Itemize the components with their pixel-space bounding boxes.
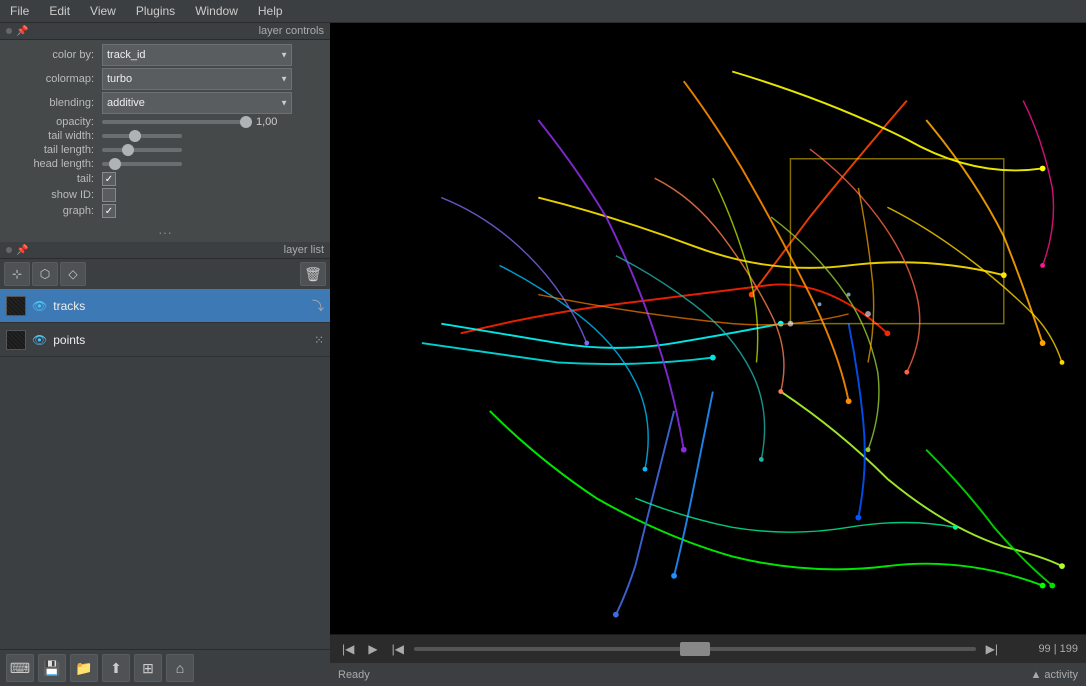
- blending-dropdown-wrapper: additive translucent opaque: [102, 92, 292, 114]
- points-layer-name: points: [53, 333, 308, 347]
- graph-checkbox[interactable]: ✓: [102, 204, 116, 218]
- bottom-toolbar: ⌨ 💾 📁 ⬆ ⊞ ⌂: [0, 649, 330, 686]
- tail-length-label: tail length:: [8, 144, 98, 156]
- status-text: Ready: [338, 669, 370, 681]
- menu-file[interactable]: File: [4, 2, 35, 20]
- points-thumbnail: [6, 330, 26, 350]
- graph-control: ✓: [102, 204, 322, 218]
- blending-label: blending:: [8, 97, 98, 109]
- save-button[interactable]: ⬆: [102, 654, 130, 682]
- head-length-slider[interactable]: [102, 162, 182, 166]
- main-content: 📌 layer controls color by: track_id spee…: [0, 23, 1086, 686]
- grid-button[interactable]: ⊞: [134, 654, 162, 682]
- pin-dot: [6, 28, 12, 34]
- layer-items-list: 👁 tracks ⤵ 👁 points ⁙: [0, 289, 330, 649]
- timeline-start-button[interactable]: |◀: [338, 640, 358, 658]
- delete-layer-button[interactable]: 🗑: [300, 262, 326, 286]
- home-button[interactable]: ⌂: [166, 654, 194, 682]
- opacity-value: 1,00: [256, 116, 284, 128]
- new-labels-button[interactable]: ◇: [60, 262, 86, 286]
- file-button[interactable]: 💾: [38, 654, 66, 682]
- layer-list-pin-icon: 📌: [16, 245, 28, 256]
- layer-list-title: layer list: [32, 244, 324, 256]
- opacity-control: 1,00: [102, 116, 322, 128]
- controls-grid: color by: track_id speed direction color…: [0, 40, 330, 222]
- menubar: File Edit View Plugins Window Help: [0, 0, 1086, 23]
- color-by-dropdown[interactable]: track_id speed direction: [102, 44, 292, 66]
- tail-width-label: tail width:: [8, 130, 98, 142]
- layer-list-header: 📌 layer list: [0, 242, 330, 259]
- tracks-visualization: [330, 23, 1086, 634]
- layer-toolbar: ⊹ ⬡ ◇ 🗑: [0, 259, 330, 289]
- tracks-layer-name: tracks: [53, 299, 306, 313]
- canvas-statusbar: Ready ▲ activity: [330, 662, 1086, 686]
- left-panel: 📌 layer controls color by: track_id spee…: [0, 23, 330, 686]
- timeline-bar: |◀ ▶ |◀ ▶| 99 | 199: [330, 634, 1086, 662]
- tail-control: ✓: [102, 172, 322, 186]
- layer-item-points[interactable]: 👁 points ⁙: [0, 323, 330, 357]
- points-type-icon: ⁙: [314, 333, 324, 347]
- colormap-dropdown-wrapper: turbo viridis plasma: [102, 68, 292, 90]
- show-id-control: [102, 188, 322, 202]
- blending-control: additive translucent opaque: [102, 92, 322, 114]
- menu-help[interactable]: Help: [252, 2, 289, 20]
- tail-length-control: [102, 148, 322, 152]
- colormap-control: turbo viridis plasma: [102, 68, 322, 90]
- color-by-label: color by:: [8, 49, 98, 61]
- menu-view[interactable]: View: [84, 2, 122, 20]
- opacity-slider[interactable]: [102, 120, 252, 124]
- menu-plugins[interactable]: Plugins: [130, 2, 181, 20]
- layer-controls-panel: 📌 layer controls color by: track_id spee…: [0, 23, 330, 242]
- show-id-label: show ID:: [8, 189, 98, 201]
- layer-item-tracks[interactable]: 👁 tracks ⤵: [0, 289, 330, 323]
- tail-width-slider[interactable]: [102, 134, 182, 138]
- layer-list-panel: 📌 layer list ⊹ ⬡ ◇ 🗑 👁 tracks: [0, 242, 330, 649]
- timeline-end-button[interactable]: |◀: [388, 640, 408, 658]
- points-visibility-toggle[interactable]: 👁: [32, 333, 47, 347]
- head-length-control: [102, 162, 322, 166]
- tracks-thumbnail: [6, 296, 26, 316]
- timeline-position: 99 | 199: [1008, 643, 1078, 655]
- show-id-checkbox[interactable]: [102, 188, 116, 202]
- colormap-label: colormap:: [8, 73, 98, 85]
- blending-dropdown[interactable]: additive translucent opaque: [102, 92, 292, 114]
- canvas-area: |◀ ▶ |◀ ▶| 99 | 199 Ready ▲ activity: [330, 23, 1086, 686]
- timeline-play-button[interactable]: ▶: [364, 640, 381, 658]
- colormap-dropdown[interactable]: turbo viridis plasma: [102, 68, 292, 90]
- opacity-label: opacity:: [8, 116, 98, 128]
- pin-icon: 📌: [16, 26, 28, 37]
- timeline-slider[interactable]: [414, 647, 976, 651]
- menu-edit[interactable]: Edit: [43, 2, 76, 20]
- tail-label: tail:: [8, 173, 98, 185]
- layer-list-pin-dot: [6, 247, 12, 253]
- color-by-dropdown-wrapper: track_id speed direction: [102, 44, 292, 66]
- new-points-button[interactable]: ⊹: [4, 262, 30, 286]
- head-length-label: head length:: [8, 158, 98, 170]
- menu-window[interactable]: Window: [189, 2, 244, 20]
- activity-toggle[interactable]: ▲ activity: [1030, 669, 1078, 681]
- tracks-visibility-toggle[interactable]: 👁: [32, 299, 47, 313]
- graph-label: graph:: [8, 205, 98, 217]
- new-shapes-button[interactable]: ⬡: [32, 262, 58, 286]
- console-button[interactable]: ⌨: [6, 654, 34, 682]
- layer-controls-title: layer controls: [32, 25, 324, 37]
- tail-checkbox[interactable]: ✓: [102, 172, 116, 186]
- timeline-last-button[interactable]: ▶|: [982, 640, 1002, 658]
- canvas-viewport[interactable]: [330, 23, 1086, 634]
- color-by-control: track_id speed direction: [102, 44, 322, 66]
- tail-width-control: [102, 134, 322, 138]
- layer-controls-header: 📌 layer controls: [0, 23, 330, 40]
- folder-button[interactable]: 📁: [70, 654, 98, 682]
- tracks-type-icon: ⤵: [312, 297, 324, 314]
- timeline-handle: [680, 642, 710, 656]
- tail-length-slider[interactable]: [102, 148, 182, 152]
- controls-dots: ···: [0, 222, 330, 242]
